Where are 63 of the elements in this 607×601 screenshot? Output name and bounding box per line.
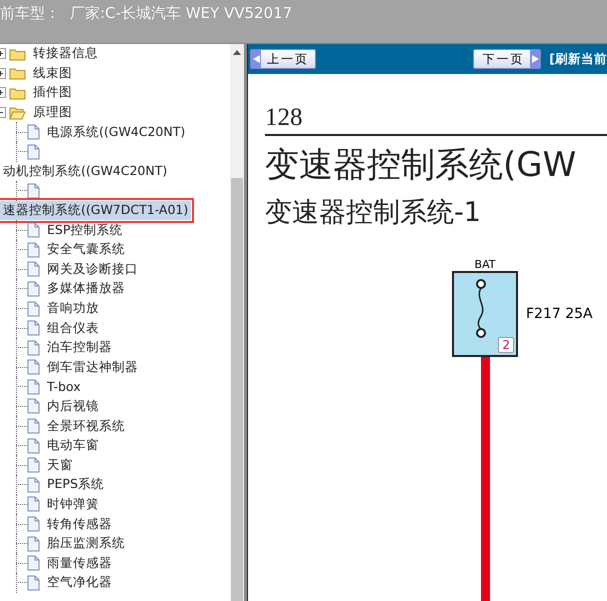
tree-item[interactable]: 音响功放 (44, 299, 102, 318)
tree-folder-item[interactable]: 原理图 (30, 103, 75, 122)
tree-item[interactable]: 时钟弹簧 (44, 494, 102, 514)
tree-item[interactable]: 多媒体播放器 (44, 279, 128, 298)
tree-folder-item[interactable]: 线束图 (30, 64, 75, 83)
document-icon (27, 280, 40, 297)
document-icon (27, 457, 40, 474)
tree-item[interactable]: 网关及诊断接口 (44, 260, 141, 279)
tree-item[interactable]: 全景环视系统 (44, 416, 128, 436)
folder-icon (9, 46, 26, 61)
document-icon (27, 340, 40, 356)
document-icon (27, 438, 40, 454)
tree-item[interactable]: T-box (44, 378, 84, 396)
document-title: 变速器控制系统(GW (265, 144, 578, 187)
document-icon (27, 144, 40, 160)
source-label: BAT (474, 258, 496, 271)
tree-item[interactable]: 转角传感器 (44, 514, 115, 534)
document-icon (27, 398, 40, 414)
document-icon (27, 516, 40, 532)
refresh-link[interactable]: [刷新当前 (549, 50, 607, 68)
fuse-label: F217 25A (525, 306, 594, 322)
tree-folder-item[interactable]: 转接器信息 (30, 44, 101, 64)
tree-item[interactable]: ESP控制系统 (44, 220, 126, 240)
document-icon (27, 378, 40, 395)
next-page-button[interactable]: 下一页 (473, 49, 542, 69)
document-icon (27, 574, 40, 591)
scrollbar-thumb[interactable] (231, 178, 243, 601)
document-icon (27, 555, 40, 572)
document-icon (27, 124, 40, 140)
tree-item[interactable]: 胎压监测系统 (44, 534, 128, 554)
tree-item[interactable]: 电源系统((GW4C20NT) (44, 122, 188, 142)
document-icon (27, 222, 40, 238)
tree-item[interactable]: 倒车雷达神制器 (44, 358, 141, 377)
document-icon (27, 182, 40, 199)
open-folder-icon (9, 106, 26, 120)
folder-icon (9, 86, 26, 100)
document-icon (27, 476, 40, 493)
pin-number: 2 (498, 337, 514, 353)
tree-item[interactable]: 组合仪表 (44, 318, 102, 338)
model-value: 厂家:C-长城汽车 WEY VV52017 (70, 4, 292, 23)
document-icon (27, 536, 40, 552)
tree-item[interactable]: 内后视镜 (44, 396, 102, 416)
folder-icon (9, 66, 26, 80)
document-icon (27, 359, 40, 376)
document-subtitle: 变速器控制系统-1 (265, 196, 482, 230)
page-number: 128 (265, 104, 607, 136)
document-icon (27, 300, 40, 317)
tree-item[interactable]: 泊车控制器 (44, 338, 115, 358)
model-label: 前车型： (0, 4, 60, 23)
tree-item[interactable]: 空气净化器 (44, 573, 115, 592)
document-icon (27, 496, 40, 512)
tree-item[interactable]: 安全气囊系统 (44, 240, 128, 260)
document-icon (27, 242, 40, 258)
document-icon (27, 261, 40, 278)
tree-item[interactable]: PEPS系统 (44, 475, 107, 494)
tree-item[interactable]: 电动车窗 (44, 436, 102, 456)
tree-item[interactable]: 天窗 (44, 456, 76, 475)
document-icon (27, 320, 40, 336)
tree-folder-item[interactable]: 插件图 (30, 83, 75, 102)
previous-page-button[interactable]: 上一页 (250, 49, 316, 69)
document-icon (27, 418, 40, 434)
tree-item[interactable]: 速器控制系统((GW7DCT1-A01) (0, 201, 192, 220)
tree-item[interactable]: 雨量传感器 (44, 554, 115, 573)
